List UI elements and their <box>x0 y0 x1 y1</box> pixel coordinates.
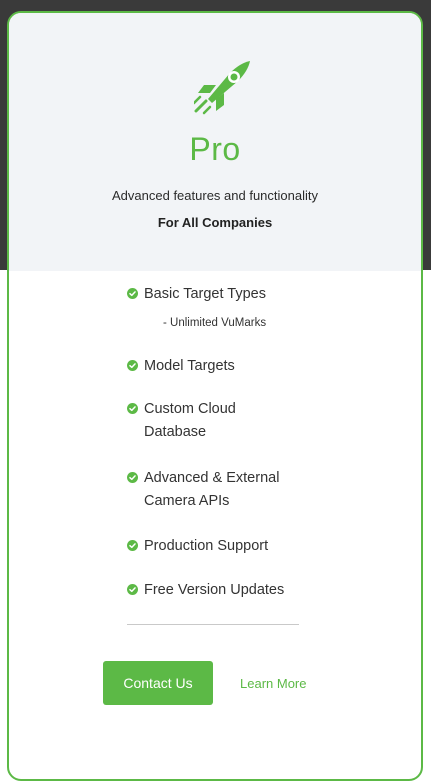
plan-name: Pro <box>189 131 241 167</box>
feature-item: Custom Cloud Database <box>127 398 357 444</box>
feature-sublabel: - Unlimited VuMarks <box>163 317 267 329</box>
feature-label: Custom Cloud <box>144 401 236 417</box>
check-circle-icon <box>127 288 138 299</box>
feature-label: Model Targets <box>144 358 235 374</box>
learn-more-link[interactable]: Learn More <box>240 676 306 691</box>
feature-label: Camera APIs <box>144 493 230 509</box>
feature-label: Database <box>144 424 207 440</box>
rocket-icon <box>194 61 250 115</box>
check-circle-icon <box>127 360 138 371</box>
plan-description: Advanced features and functionality <box>112 188 318 203</box>
check-circle-icon <box>127 540 138 551</box>
feature-label: Advanced & External <box>144 470 280 486</box>
card-header: Pro Advanced features and functionality … <box>9 13 421 271</box>
check-circle-icon <box>127 584 138 595</box>
feature-label: Production Support <box>144 538 269 554</box>
check-circle-icon <box>127 403 138 414</box>
feature-list: Basic Target Types - Unlimited VuMarks M… <box>127 283 357 602</box>
feature-item: Production Support <box>127 535 357 558</box>
divider <box>127 624 299 625</box>
feature-label: Basic Target Types <box>144 286 266 302</box>
feature-label: Free Version Updates <box>144 582 285 598</box>
feature-item: Advanced & External Camera APIs <box>127 467 357 513</box>
feature-item: Basic Target Types - Unlimited VuMarks <box>127 283 357 335</box>
contact-us-button[interactable]: Contact Us <box>103 661 213 705</box>
check-circle-icon <box>127 472 138 483</box>
plan-audience: For All Companies <box>157 215 273 230</box>
feature-item: Free Version Updates <box>127 579 357 602</box>
feature-item: Model Targets <box>127 355 357 378</box>
